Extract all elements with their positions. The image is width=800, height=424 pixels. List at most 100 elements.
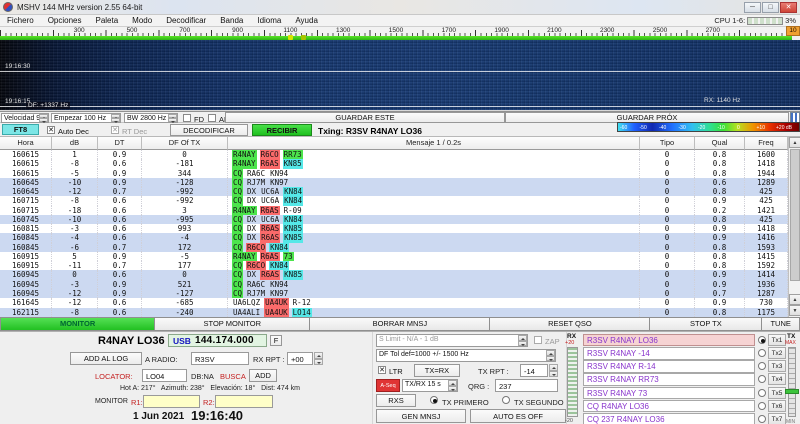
table-row[interactable]: 16061510.90R4NAYR6CORR7300.81600 (0, 150, 788, 159)
borrar-mnsj-button[interactable]: BORRAR MNSJ (310, 317, 490, 331)
mode-button[interactable]: FT8 (2, 124, 39, 135)
table-row[interactable]: 160645-120.7-992CQDXUC6AKN8400.8425 (0, 187, 788, 196)
df-tol-spinbox[interactable]: DF Tol def=1000 +/- 1500 Hz (376, 349, 556, 362)
menu-item-opciones[interactable]: Opciones (41, 15, 89, 25)
busca-button[interactable]: BUSCA (220, 372, 246, 381)
table-row[interactable]: 160715-80.6-992CQDXUC6AKN8400.9425 (0, 196, 788, 205)
maximize-button[interactable]: □ (762, 2, 779, 13)
menu-item-banda[interactable]: Banda (213, 15, 250, 25)
tx7-message-field[interactable]: CQ 237 R4NAY LO36 (583, 413, 755, 424)
af-checkbox[interactable] (208, 114, 216, 122)
fd-checkbox[interactable] (183, 114, 191, 122)
tx1-button[interactable]: Tx1 (768, 334, 786, 346)
table-row[interactable]: 162115-80.6-240UA4ALIUA4UKLO1400.81175 (0, 308, 788, 317)
tx3-message-field[interactable]: R3SV R4NAY R-14 (583, 360, 755, 372)
tx-eq-rx-button[interactable]: TX=RX (414, 364, 460, 377)
s-limit-spinbox[interactable]: S Limit - N/A - 1 dB (376, 334, 528, 347)
table-row[interactable]: 160815-30.6993CQDXR6ASKN8500.91418 (0, 224, 788, 233)
menu-item-idioma[interactable]: Idioma (250, 15, 288, 25)
scroll-up2-icon[interactable]: ▲ (789, 294, 800, 305)
save-this-button[interactable]: GUARDAR ESTE (225, 112, 505, 123)
table-row[interactable]: 160615-80.6-181R4NAYR6ASKN8500.81418 (0, 159, 788, 168)
tx2-radio[interactable] (758, 349, 766, 357)
rt-dec-checkbox[interactable]: ✕ (111, 126, 119, 134)
menu-item-ayuda[interactable]: Ayuda (288, 15, 325, 25)
tx7-button[interactable]: Tx7 (768, 413, 786, 424)
tx4-message-field[interactable]: R3SV R4NAY RR73 (583, 373, 755, 385)
menu-item-fichero[interactable]: Fichero (0, 15, 41, 25)
zap-checkbox[interactable] (534, 336, 542, 344)
table-row[interactable]: 16091550.9-5R4NAYR6AS7300.81415 (0, 252, 788, 261)
tx3-button[interactable]: Tx3 (768, 360, 786, 372)
decode-button[interactable]: DECODIFICAR (170, 124, 248, 136)
table-row[interactable]: 161645-120.6-685UA6LQZUA4UKR-1200.9730 (0, 298, 788, 307)
tx3-radio[interactable] (758, 362, 766, 370)
tx-power-slider[interactable] (788, 347, 796, 417)
tx-rpt-spinner[interactable] (549, 364, 558, 377)
tx5-button[interactable]: Tx5 (768, 387, 786, 399)
tx-first-radio[interactable] (430, 396, 438, 404)
table-row[interactable]: 160945-120.9-127CQRJ7MKN9700.71287 (0, 289, 788, 298)
tx1-message-field[interactable]: R3SV R4NAY LO36 (583, 334, 755, 346)
scroll-thumb[interactable] (790, 149, 800, 281)
tx4-radio[interactable] (758, 375, 766, 383)
table-scrollbar[interactable]: ▲ ▲ ▼ (788, 137, 800, 317)
empezar-spinbox[interactable]: Empezar 100 Hz (51, 113, 121, 123)
tx2-button[interactable]: Tx2 (768, 347, 786, 359)
table-row[interactable]: 160615-50.9344CQRA6CKN9400.81944 (0, 169, 788, 178)
menu-item-paleta[interactable]: Paleta (88, 15, 125, 25)
reset-qso-button[interactable]: RESET QSO (490, 317, 650, 331)
bandwidth-spinbox[interactable]: BW 2800 Hz (124, 113, 178, 123)
tx6-message-field[interactable]: CQ R4NAY LO36 (583, 400, 755, 412)
tx4-button[interactable]: Tx4 (768, 373, 786, 385)
auto-dec-checkbox[interactable]: ✕ (47, 126, 55, 134)
tx-second-radio[interactable] (502, 396, 510, 404)
table-row[interactable]: 160945-30.9521CQRA6CKN9400.91936 (0, 280, 788, 289)
r2-input[interactable] (215, 395, 273, 408)
tx1-radio[interactable] (758, 336, 766, 344)
table-row[interactable]: 160845-60.7172CQR6COKN8400.81593 (0, 243, 788, 252)
table-row[interactable]: 160645-100.9-128CQRJ7MKN9700.61289 (0, 178, 788, 187)
monitor-button[interactable]: MONITOR (0, 317, 155, 331)
frequency-ruler[interactable]: 3005007009001100130015001700190021002300… (0, 26, 800, 36)
receive-button[interactable]: RECIBIR (252, 124, 312, 136)
table-row[interactable]: 160845-40.6-4CQDXR6ASKN8500.91416 (0, 233, 788, 242)
minimize-button[interactable]: ─ (744, 2, 761, 13)
close-button[interactable]: ✕ (780, 2, 797, 13)
stop-monitor-button[interactable]: STOP MONITOR (155, 317, 310, 331)
tx5-radio[interactable] (758, 389, 766, 397)
r1-input[interactable] (143, 395, 200, 408)
add-to-log-button[interactable]: ADD AL LOG (70, 352, 142, 365)
tx-power-handle[interactable] (785, 389, 799, 394)
autoseq-lamp[interactable]: A-Seq (376, 379, 400, 392)
ltr-checkbox[interactable]: ✕ (378, 366, 386, 374)
qrg-input[interactable]: 237 (495, 379, 558, 392)
tx5-message-field[interactable]: R3SV R4NAY 73 (583, 387, 755, 399)
velocidad-spinbox[interactable]: Velocidad 9 (1, 113, 49, 123)
stop-tx-button[interactable]: STOP TX (650, 317, 762, 331)
gen-msg-button[interactable]: GEN MNSJ (376, 409, 466, 423)
tx2-message-field[interactable]: R3SV R4NAY -14 (583, 347, 755, 359)
rx-rpt-spinner[interactable] (314, 352, 323, 365)
rx-rpt-value[interactable]: +00 (287, 352, 313, 365)
tune-button[interactable]: TUNE (762, 317, 800, 331)
dx-call-input[interactable]: R3SV (191, 352, 249, 365)
add-button[interactable]: ADD (249, 369, 277, 382)
menu-item-decodificar[interactable]: Decodificar (159, 15, 213, 25)
tx-rpt-value[interactable]: -14 (520, 364, 548, 377)
tx6-radio[interactable] (758, 402, 766, 410)
tx6-button[interactable]: Tx6 (768, 400, 786, 412)
f-button[interactable]: F (270, 335, 282, 346)
auto-es-off-button[interactable]: AUTO ES OFF (470, 409, 566, 423)
waterfall-display[interactable]: 19:16:30 19:16:15 DF: +1337 Hz RX: 1140 … (0, 40, 800, 111)
rxs-button[interactable]: RXS (376, 394, 416, 407)
locator-input[interactable]: LO04 (142, 369, 187, 382)
table-row[interactable]: 160715-180.63R4NAYR6ASR-0900.21421 (0, 206, 788, 215)
menu-item-modo[interactable]: Modo (125, 15, 159, 25)
table-row[interactable]: 16094500.60CQDXR6ASKN8500.91414 (0, 270, 788, 279)
scroll-up-icon[interactable]: ▲ (789, 137, 800, 148)
tx7-radio[interactable] (758, 415, 766, 423)
table-row[interactable]: 160915-110.7177CQR6COKN8400.81592 (0, 261, 788, 270)
period-spinbox[interactable]: TX/RX 15 s (402, 379, 458, 392)
table-row[interactable]: 160745-100.6-995CQDXUC6AKN8400.8425 (0, 215, 788, 224)
